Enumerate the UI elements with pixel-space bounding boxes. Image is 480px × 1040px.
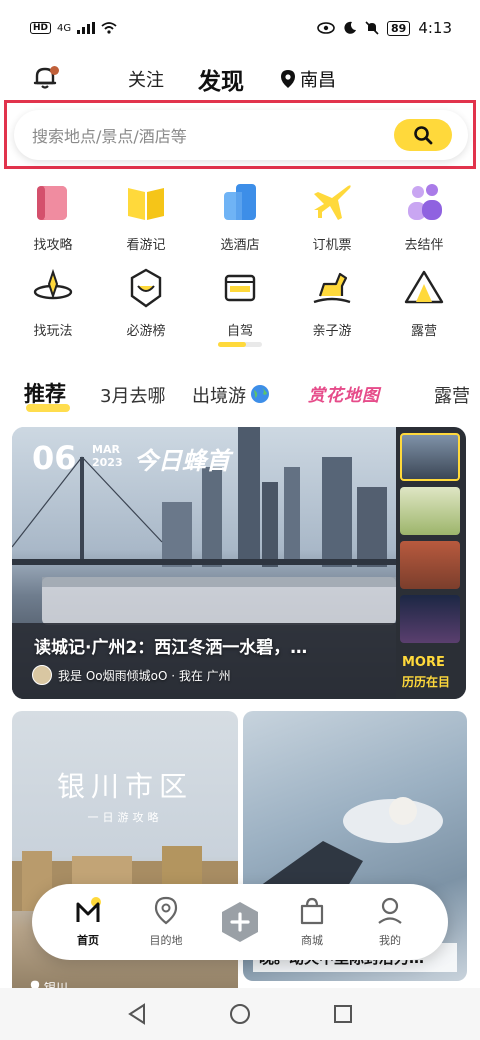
shopping-bag-icon [300,897,324,925]
rocking-horse-icon [313,272,351,304]
location-pin-icon [154,896,178,925]
nav-label: 首页 [77,934,99,947]
tab-recommend[interactable]: 推荐 [24,378,66,408]
battery-level: 89 [387,20,411,36]
system-nav-bar [0,988,480,1040]
card-left-title: 银川市区 [56,770,193,803]
entry-guide[interactable]: 找攻略 [5,180,101,253]
hero-card[interactable]: 06 MAR 2023 今日蜂首 读城记·广州2：西江冬洒一水碧，… 我是 Oo… [12,427,466,699]
moon-icon [344,21,356,34]
back-icon[interactable] [126,1002,148,1026]
entry-family[interactable]: 亲子游 [284,266,380,339]
tent-icon [404,270,444,304]
recents-icon[interactable] [332,1002,354,1026]
avatar [32,665,52,685]
entry-label: 必游榜 [126,324,166,339]
nav-home[interactable]: 首页 [58,896,118,948]
location-selector[interactable]: 南昌 [280,66,336,92]
grid-page-indicator [218,342,262,347]
car-icon [224,274,256,302]
entry-label: 去结伴 [404,238,444,253]
entry-label: 亲子游 [312,324,352,339]
status-right: 89 4:13 [317,19,452,37]
home-icon [76,897,101,922]
hero-month: MAR [92,443,120,456]
bottom-nav: 首页 目的地 商城 我的 [32,884,448,960]
entry-label: 选酒店 [220,238,260,253]
play-icon [33,268,73,300]
location-pin-icon [281,70,295,88]
tab-camping[interactable]: 露营 [434,382,470,408]
guide-book-icon [37,186,67,220]
tab-outbound[interactable]: 出境游 [192,382,246,408]
hero-day: 06 [32,439,77,477]
entry-label: 订机票 [312,238,352,253]
entry-companion[interactable]: 去结伴 [376,180,472,253]
entry-notes[interactable]: 看游记 [98,180,194,253]
thumbnail-3[interactable] [400,541,460,589]
travel-notes-icon [128,188,164,220]
entry-play[interactable]: 找玩法 [5,266,101,339]
entry-label: 看游记 [126,238,166,253]
tab-march[interactable]: 3月去哪 [100,382,165,408]
entry-hotel[interactable]: 选酒店 [192,180,288,253]
entry-ranking[interactable]: 必游榜 [98,266,194,339]
thumbnail-4[interactable] [400,595,460,643]
search-placeholder: 搜索地点/景点/酒店等 [32,127,187,146]
nav-label: 目的地 [149,934,183,947]
companion-icon [408,184,442,220]
nav-destination[interactable]: 目的地 [136,896,196,948]
nav-label: 我的 [379,934,401,947]
clock: 4:13 [418,19,452,37]
entry-label: 找攻略 [33,238,73,253]
profile-icon [378,897,402,924]
category-tabs: 推荐 3月去哪 出境游 [0,376,480,420]
entry-flight[interactable]: 订机票 [284,180,380,253]
hero-year: 2023 [92,456,123,469]
globe-icon [251,385,269,403]
entry-label: 找玩法 [33,324,73,339]
entry-label: 露营 [410,324,437,339]
search-bar[interactable]: 搜索地点/景点/酒店等 [14,110,468,160]
home-circle-icon[interactable] [229,1002,251,1026]
thumbnail-1[interactable] [400,433,460,481]
top-header: 关注 发现 南昌 [0,56,480,100]
hero-author: 我是 Oo烟雨倾城oO · 我在 广州 [32,665,231,685]
hero-author-text: 我是 Oo烟雨倾城oO · 我在 广州 [58,668,231,683]
nav-profile[interactable]: 我的 [360,896,420,948]
hd-badge: HD [30,22,52,34]
hero-month-year: MAR 2023 [92,443,123,469]
hero-headline: 今日蜂首 [134,447,230,475]
tab-flower-map[interactable]: 赏花地图 [308,381,380,406]
tab-discover[interactable]: 发现 [198,62,244,96]
hotel-icon [224,184,256,220]
location-label: 南昌 [300,70,336,91]
entry-selfdrive[interactable]: 自驾 [192,266,288,339]
network-label: 4G [57,22,72,34]
notification-dot [50,66,59,75]
nav-label: 商城 [301,934,323,947]
thumbnail-2[interactable] [400,487,460,535]
more-label[interactable]: MORE [402,655,445,670]
tab-follow[interactable]: 关注 [128,66,164,92]
entry-label: 自驾 [226,324,253,339]
airplane-icon [314,185,351,220]
eye-icon [317,22,335,34]
search-button[interactable] [394,119,452,151]
card-left-subtitle: 一日游攻略 [87,811,163,824]
wifi-icon [101,22,117,34]
status-left: HD 4G [30,22,117,34]
signal-icon [77,22,96,34]
plus-icon[interactable] [219,900,261,944]
search-icon [414,126,433,145]
mute-bell-icon [365,21,379,35]
hero-title: 读城记·广州2：西江冬洒一水碧，… [34,638,308,658]
ranking-icon [130,268,162,308]
entry-camping[interactable]: 露营 [376,266,472,339]
more-sublabel: 历历在目 [402,675,451,689]
status-bar: HD 4G 89 4:13 [0,0,480,56]
nav-mall[interactable]: 商城 [282,896,342,948]
